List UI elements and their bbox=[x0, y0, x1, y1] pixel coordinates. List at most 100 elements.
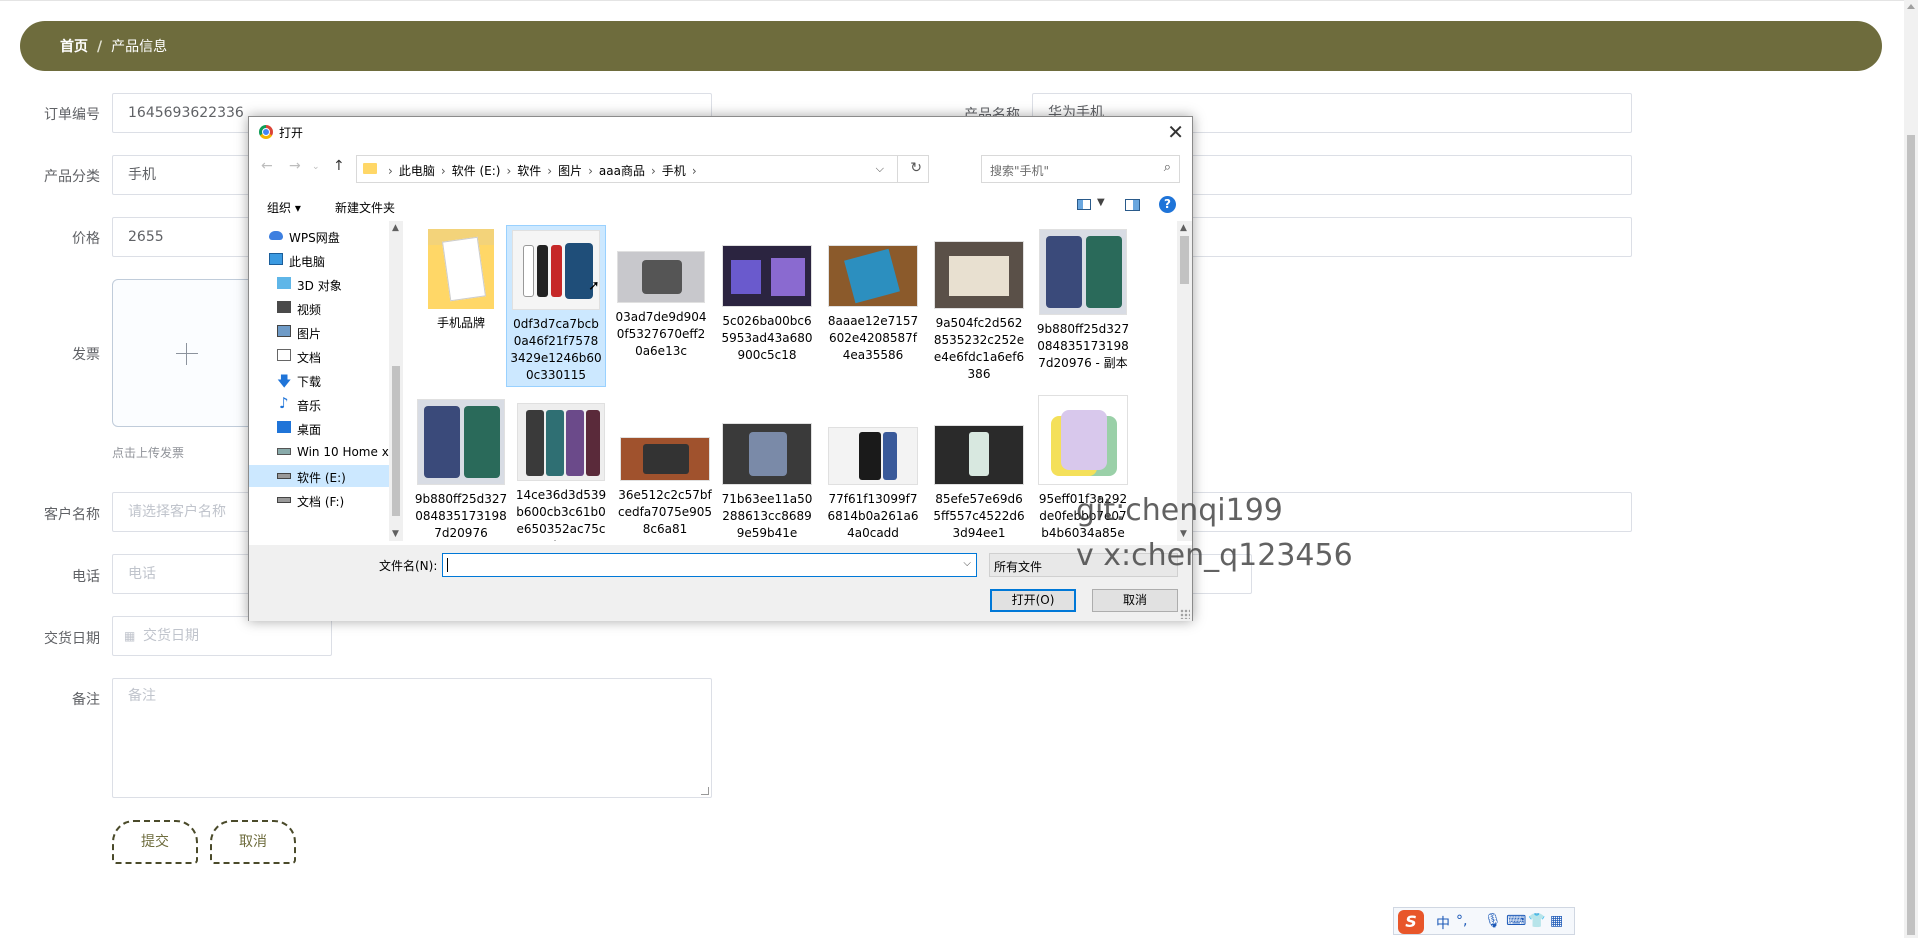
refresh-icon[interactable]: ↻ bbox=[910, 160, 922, 176]
sidebar-item-music[interactable]: ♪ 音乐 bbox=[249, 393, 389, 415]
path-item[interactable]: 软件 bbox=[517, 164, 541, 178]
file-item[interactable]: 03ad7de9d9040f5327670eff20a6e13c bbox=[611, 229, 711, 360]
sidebar-item-desktop[interactable]: 桌面 bbox=[249, 417, 389, 439]
phone-shape bbox=[551, 245, 562, 297]
sidebar-item-drive-f[interactable]: 文档 (F:) bbox=[249, 489, 389, 511]
sidebar-item-wps[interactable]: WPS网盘 bbox=[249, 225, 389, 247]
page-scrollbar-thumb[interactable] bbox=[1907, 135, 1915, 935]
sidebar-item-this-pc[interactable]: 此电脑 bbox=[249, 249, 389, 271]
text-caret bbox=[447, 558, 448, 572]
drive-icon bbox=[277, 473, 291, 479]
scroll-up-arrow-icon[interactable] bbox=[1907, 4, 1915, 9]
file-item[interactable]: 0df3d7ca7bcb0a46f21f75783429e1246b600c33… bbox=[506, 225, 606, 387]
file-item[interactable]: 36e512c2c57bfcedfa7075e9058c6a81 bbox=[615, 399, 715, 538]
sogou-logo-icon[interactable]: S bbox=[1398, 910, 1424, 934]
path-item[interactable]: 软件 (E:) bbox=[452, 164, 501, 178]
sidebar-item-video[interactable]: 视频 bbox=[249, 297, 389, 319]
phone-shape bbox=[642, 260, 682, 294]
file-item[interactable]: 9a504fc2d5628535232c252ee4e6fdc1a6ef6386 bbox=[929, 229, 1029, 383]
sidebar-scrollbar-thumb[interactable] bbox=[392, 366, 400, 516]
sidebar-item-downloads[interactable]: 🡇 下载 bbox=[249, 369, 389, 391]
path-item[interactable]: aaa商品 bbox=[599, 164, 645, 178]
resize-grip[interactable] bbox=[701, 787, 709, 795]
delivery-date-input[interactable]: ▦ 交货日期 bbox=[112, 616, 332, 656]
open-button[interactable]: 打开(O) bbox=[990, 589, 1076, 612]
file-list-scrollbar-thumb[interactable] bbox=[1180, 236, 1189, 284]
cancel-button[interactable]: 取消 bbox=[210, 820, 296, 864]
path-item[interactable]: 手机 bbox=[662, 164, 686, 178]
file-name: 手机品牌 bbox=[436, 316, 485, 330]
store-shape bbox=[949, 256, 1009, 296]
phone-shape bbox=[731, 260, 761, 294]
breadcrumb: 首页 / 产品信息 bbox=[60, 36, 167, 56]
music-icon: ♪ bbox=[279, 394, 289, 412]
address-dropdown-icon[interactable]: ⌵ bbox=[876, 162, 884, 176]
keyboard-icon[interactable]: ⌨ bbox=[1506, 913, 1526, 929]
page-scrollbar[interactable] bbox=[1904, 0, 1918, 938]
file-name: 71b63ee11a50288613cc86899e59b41e bbox=[721, 492, 813, 540]
recent-dropdown-icon[interactable]: ⌄ bbox=[312, 162, 320, 172]
sidebar-item-win10[interactable]: Win 10 Home x bbox=[249, 441, 389, 463]
file-item[interactable]: 14ce36d3d539b600cb3c61b0e650352ac75cb7 bbox=[511, 399, 611, 541]
invoice-upload[interactable] bbox=[112, 279, 260, 427]
sidebar-item-documents[interactable]: 文档 bbox=[249, 345, 389, 367]
path-item[interactable]: 此电脑 bbox=[399, 164, 435, 178]
view-dropdown-icon[interactable]: ▼ bbox=[1097, 197, 1105, 208]
up-arrow-icon[interactable]: ↑ bbox=[333, 158, 345, 174]
computer-icon bbox=[269, 253, 283, 265]
ime-language-toggle[interactable]: 中 bbox=[1436, 913, 1450, 933]
path-item[interactable]: 图片 bbox=[558, 164, 582, 178]
close-icon[interactable]: ✕ bbox=[1167, 120, 1184, 144]
file-item[interactable]: 5c026ba00bc65953ad43a680900c5c18 bbox=[717, 229, 817, 364]
phone-shape bbox=[424, 406, 460, 478]
phone-shape bbox=[844, 248, 900, 304]
sidebar-item-3d[interactable]: 3D 对象 bbox=[249, 273, 389, 295]
file-item[interactable]: 85efe57e69d65ff557c4522d63d94ee1 bbox=[929, 399, 1029, 541]
scroll-up-icon[interactable]: ▲ bbox=[392, 223, 399, 233]
file-list: 手机品牌 0df3d7ca7bcb0a46f21f75783429e1246b6… bbox=[407, 221, 1175, 541]
remark-textarea[interactable]: 备注 bbox=[112, 678, 712, 798]
file-name: 9b880ff25d3270848351731987d20976 - 副本 bbox=[1036, 322, 1130, 370]
help-icon[interactable]: ? bbox=[1159, 196, 1176, 213]
filename-input[interactable]: ⌵ bbox=[442, 553, 977, 577]
toolbox-icon[interactable]: ▦ bbox=[1550, 913, 1563, 929]
image-thumbnail bbox=[1039, 229, 1127, 315]
dialog-titlebar[interactable]: 打开 ✕ bbox=[249, 117, 1192, 147]
preview-pane-icon[interactable] bbox=[1125, 199, 1140, 211]
scroll-down-icon[interactable]: ▼ bbox=[392, 529, 399, 539]
submit-button[interactable]: 提交 bbox=[112, 820, 198, 864]
address-bar[interactable]: › 此电脑 › 软件 (E:) › 软件 › 图片 › aaa商品 › 手机 › ⌵ ↻ bbox=[356, 155, 929, 183]
nav-sidebar: WPS网盘 此电脑 3D 对象 视频 图片 文档 🡇 下载 ♪ 音乐 桌面 Wi… bbox=[249, 221, 404, 541]
mic-icon[interactable]: 🎙 bbox=[1484, 913, 1502, 929]
skin-icon[interactable]: 👕 bbox=[1528, 913, 1545, 929]
ime-punctuation-toggle[interactable]: °, bbox=[1456, 913, 1467, 929]
file-name: 9b880ff25d3270848351731987d20976 bbox=[414, 492, 508, 540]
sidebar-label: 文档 (F:) bbox=[297, 495, 345, 509]
breadcrumb-home[interactable]: 首页 bbox=[60, 39, 88, 55]
image-thumbnail bbox=[620, 437, 710, 481]
new-folder-button[interactable]: 新建文件夹 bbox=[335, 199, 395, 216]
resize-grip-icon[interactable] bbox=[1180, 609, 1190, 619]
search-box[interactable]: 搜索"手机" ⌕ bbox=[981, 155, 1180, 183]
file-item[interactable]: 8aaae12e7157602e4208587f4ea35586 bbox=[823, 229, 923, 364]
filename-dropdown-icon[interactable]: ⌵ bbox=[963, 558, 971, 569]
file-item[interactable]: 9b880ff25d3270848351731987d20976 bbox=[411, 399, 511, 541]
organize-menu[interactable]: 组织 ▾ bbox=[267, 199, 301, 216]
dialog-cancel-button[interactable]: 取消 bbox=[1092, 589, 1178, 612]
sidebar-scrollbar[interactable]: ▲ ▼ bbox=[389, 221, 403, 541]
image-thumbnail bbox=[722, 423, 812, 485]
file-item[interactable]: 71b63ee11a50288613cc86899e59b41e bbox=[717, 399, 817, 541]
scroll-up-icon[interactable]: ▲ bbox=[1180, 223, 1187, 233]
folder-icon bbox=[428, 229, 494, 309]
view-mode-icon[interactable] bbox=[1077, 199, 1091, 210]
back-arrow-icon[interactable]: ← bbox=[261, 158, 273, 174]
sidebar-item-drive-e[interactable]: 软件 (E:) bbox=[249, 465, 389, 487]
file-item[interactable]: 手机品牌 bbox=[411, 229, 511, 332]
image-thumbnail bbox=[828, 245, 918, 307]
sidebar-item-pictures[interactable]: 图片 bbox=[249, 321, 389, 343]
file-item[interactable]: 77f61f13099f76814b0a261a64a0cadd bbox=[823, 399, 923, 541]
file-name: 5c026ba00bc65953ad43a680900c5c18 bbox=[721, 314, 813, 362]
file-item[interactable]: 9b880ff25d3270848351731987d20976 - 副本 bbox=[1033, 229, 1133, 372]
image-thumbnail bbox=[828, 427, 918, 485]
forward-arrow-icon[interactable]: → bbox=[289, 158, 301, 174]
